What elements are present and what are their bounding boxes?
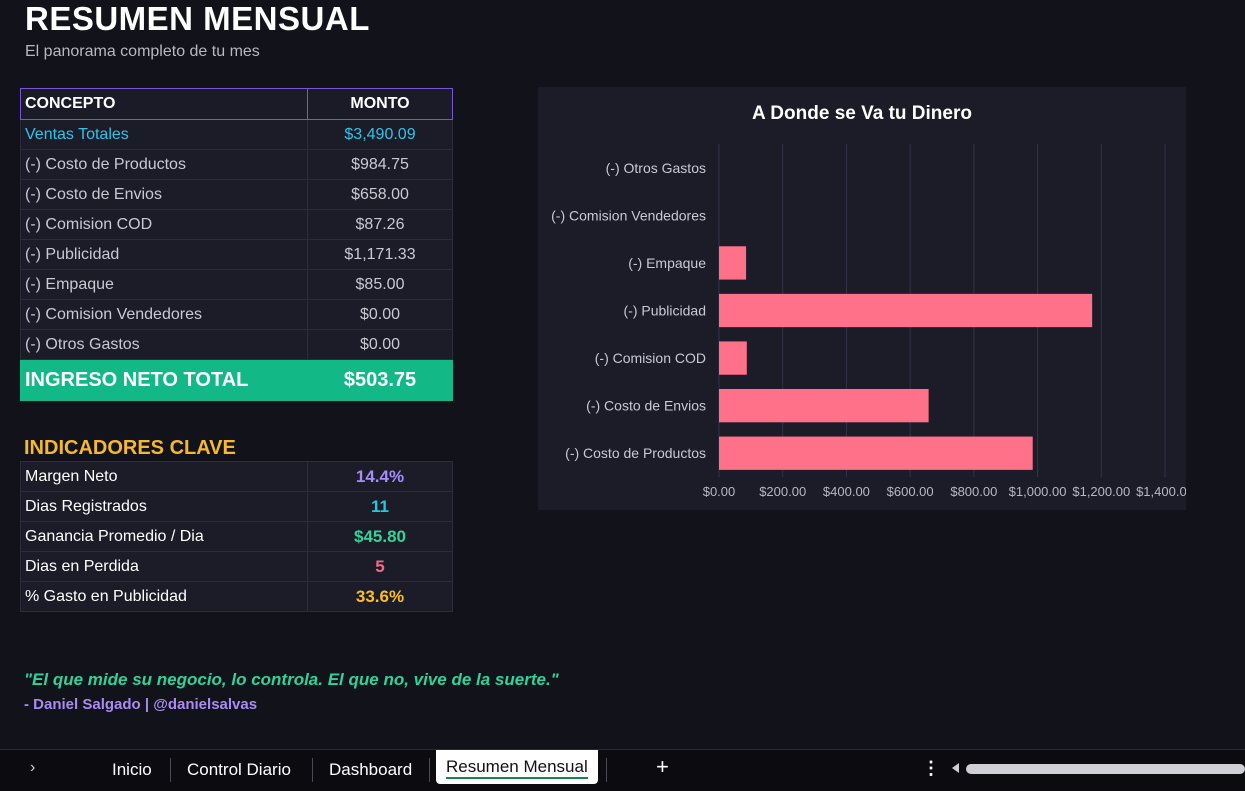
expense-chart[interactable]: A Donde se Va tu Dinero $0.00 $200.00 $400.… — [538, 87, 1186, 510]
amount-cell[interactable]: $0.00 — [307, 299, 453, 330]
concept-cell[interactable]: Ventas Totales — [20, 119, 308, 150]
tab-inicio[interactable]: Inicio — [108, 754, 156, 786]
total-row: INGRESO NETO TOTAL $503.75 — [20, 359, 453, 401]
tab-divider — [312, 758, 313, 782]
kpi-label[interactable]: Dias Registrados — [20, 491, 308, 522]
y-category-label: (-) Costo de Productos — [565, 445, 706, 461]
concept-cell[interactable]: (-) Comision Vendedores — [20, 299, 308, 330]
summary-row: (-) Costo de Productos $984.75 — [20, 149, 453, 180]
summary-row: (-) Comision COD $87.26 — [20, 209, 453, 240]
header-amount[interactable]: MONTO — [307, 88, 453, 120]
quote-text: "El que mide su negocio, lo controla. El… — [24, 670, 559, 689]
page-title: RESUMEN MENSUAL — [25, 0, 370, 37]
summary-header-row: CONCEPTO MONTO — [20, 88, 453, 120]
x-tick-label: $1,200.00 — [1072, 484, 1130, 499]
chart-bar — [719, 246, 747, 280]
y-category-label: (-) Empaque — [628, 255, 706, 271]
x-tick-label: $1,000.00 — [1009, 484, 1067, 499]
chart-title: A Donde se Va tu Dinero — [752, 103, 972, 124]
concept-cell[interactable]: (-) Costo de Envios — [20, 179, 308, 210]
x-tick-label: $200.00 — [759, 484, 806, 499]
chart-bar — [719, 341, 747, 375]
concept-cell[interactable]: (-) Costo de Productos — [20, 149, 308, 180]
y-category-label: (-) Costo de Envios — [586, 398, 706, 414]
more-options-icon[interactable]: ⋮ — [922, 758, 940, 779]
x-tick-label: $1,400.00 — [1136, 484, 1186, 499]
kpi-row: Dias Registrados 11 — [20, 491, 453, 522]
sheet-tab-bar: › Inicio Control Diario Dashboard Resume… — [0, 749, 1245, 791]
tab-divider — [170, 758, 171, 782]
tab-divider — [606, 758, 607, 782]
amount-cell[interactable]: $1,171.33 — [307, 239, 453, 270]
chart-bar — [719, 388, 929, 423]
kpi-table: Margen Neto 14.4% Dias Registrados 11 Ga… — [20, 461, 453, 612]
kpi-value[interactable]: $45.80 — [307, 521, 453, 552]
active-tab-indicator — [446, 777, 588, 779]
concept-cell[interactable]: (-) Publicidad — [20, 239, 308, 270]
tab-resumen-mensual[interactable]: Resumen Mensual — [436, 750, 598, 784]
tab-divider — [429, 758, 430, 782]
concept-cell[interactable]: (-) Comision COD — [20, 209, 308, 240]
summary-row: (-) Otros Gastos $0.00 — [20, 329, 453, 360]
y-category-label: (-) Otros Gastos — [606, 160, 706, 176]
kpi-row: Dias en Perdida 5 — [20, 551, 453, 582]
kpi-value[interactable]: 14.4% — [307, 461, 453, 492]
kpi-value[interactable]: 11 — [307, 491, 453, 522]
chart-bar — [719, 436, 1033, 470]
tab-resumen-mensual-label: Resumen Mensual — [446, 757, 588, 776]
scroll-left-icon[interactable] — [952, 763, 959, 773]
amount-cell[interactable]: $658.00 — [307, 179, 453, 210]
kpi-value[interactable]: 5 — [307, 551, 453, 582]
summary-row: (-) Empaque $85.00 — [20, 269, 453, 300]
concept-cell[interactable]: (-) Otros Gastos — [20, 329, 308, 360]
summary-table: CONCEPTO MONTO Ventas Totales $3,490.09 … — [20, 88, 453, 401]
kpi-label[interactable]: Ganancia Promedio / Dia — [20, 521, 308, 552]
kpi-value[interactable]: 33.6% — [307, 581, 453, 612]
kpi-row: Ganancia Promedio / Dia $45.80 — [20, 521, 453, 552]
horizontal-scrollbar[interactable] — [966, 764, 1245, 774]
concept-cell[interactable]: (-) Empaque — [20, 269, 308, 300]
tab-control-diario[interactable]: Control Diario — [183, 754, 295, 786]
kpi-label[interactable]: % Gasto en Publicidad — [20, 581, 308, 612]
x-tick-label: $0.00 — [703, 484, 736, 499]
chevron-right-icon[interactable]: › — [30, 759, 35, 777]
amount-cell[interactable]: $984.75 — [307, 149, 453, 180]
x-tick-label: $400.00 — [823, 484, 870, 499]
kpi-row: Margen Neto 14.4% — [20, 461, 453, 492]
x-tick-label: $600.00 — [887, 484, 934, 499]
summary-row: Ventas Totales $3,490.09 — [20, 119, 453, 150]
summary-row: (-) Comision Vendedores $0.00 — [20, 299, 453, 330]
kpi-label[interactable]: Dias en Perdida — [20, 551, 308, 582]
x-tick-label: $800.00 — [950, 484, 997, 499]
amount-cell[interactable]: $3,490.09 — [307, 119, 453, 150]
amount-cell[interactable]: $87.26 — [307, 209, 453, 240]
total-label[interactable]: INGRESO NETO TOTAL — [20, 359, 308, 401]
y-category-label: (-) Comision Vendedores — [551, 207, 706, 223]
header-concept[interactable]: CONCEPTO — [20, 88, 308, 120]
kpi-section-title: INDICADORES CLAVE — [24, 437, 236, 459]
kpi-label[interactable]: Margen Neto — [20, 461, 308, 492]
chart-bar — [719, 293, 1093, 328]
amount-cell[interactable]: $85.00 — [307, 269, 453, 300]
add-sheet-icon[interactable]: + — [656, 754, 669, 780]
quote-author: - Daniel Salgado | @danielsalvas — [24, 696, 258, 713]
amount-cell[interactable]: $0.00 — [307, 329, 453, 360]
summary-row: (-) Publicidad $1,171.33 — [20, 239, 453, 270]
expense-chart-svg: A Donde se Va tu Dinero $0.00 $200.00 $400.… — [551, 103, 1186, 499]
summary-row: (-) Costo de Envios $658.00 — [20, 179, 453, 210]
kpi-row: % Gasto en Publicidad 33.6% — [20, 581, 453, 612]
tab-dashboard[interactable]: Dashboard — [325, 754, 416, 786]
total-amount[interactable]: $503.75 — [307, 359, 453, 401]
y-category-label: (-) Comision COD — [595, 350, 706, 366]
y-category-label: (-) Publicidad — [624, 303, 706, 319]
page-subtitle: El panorama completo de tu mes — [25, 43, 260, 60]
